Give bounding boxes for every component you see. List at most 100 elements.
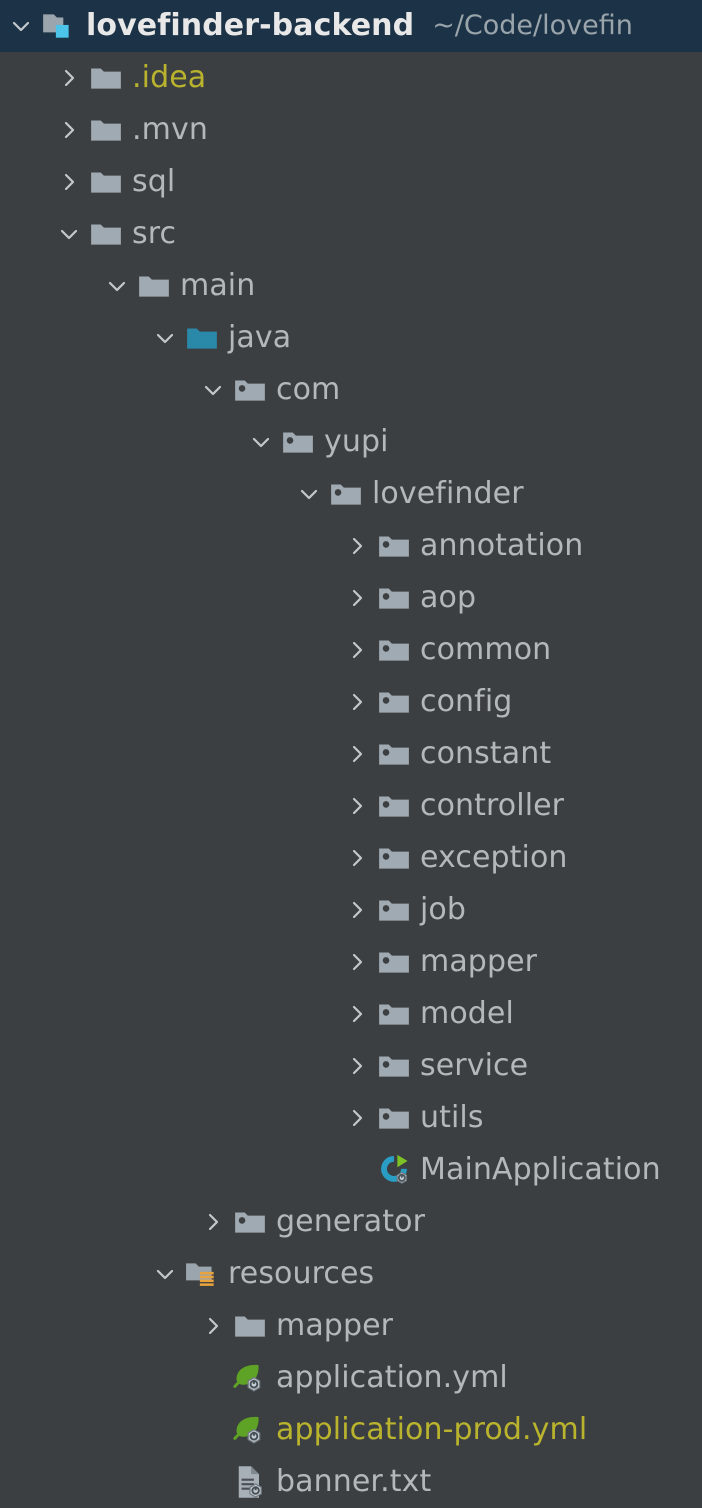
chevron-right-icon[interactable] — [340, 936, 374, 988]
chevron-placeholder-icon — [196, 1456, 230, 1508]
package-icon — [278, 416, 318, 468]
tree-row[interactable]: application.yml — [0, 1352, 702, 1404]
tree-row-label: service — [420, 1048, 529, 1083]
tree-row[interactable]: java — [0, 312, 702, 364]
tree-row[interactable]: config — [0, 676, 702, 728]
tree-row[interactable]: utils — [0, 1092, 702, 1144]
folder-icon — [86, 156, 126, 208]
chevron-right-icon[interactable] — [52, 52, 86, 104]
package-icon — [374, 728, 414, 780]
tree-row-label: com — [276, 372, 341, 407]
chevron-right-icon[interactable] — [196, 1196, 230, 1248]
tree-row-label: .idea — [132, 60, 207, 95]
tree-row[interactable]: .mvn — [0, 104, 702, 156]
chevron-right-icon[interactable] — [340, 572, 374, 624]
tree-row-label: controller — [420, 788, 565, 823]
chevron-down-icon[interactable] — [148, 1248, 182, 1300]
chevron-down-icon[interactable] — [244, 416, 278, 468]
tree-row-label: mapper — [420, 944, 538, 979]
chevron-right-icon[interactable] — [340, 728, 374, 780]
package-icon — [374, 676, 414, 728]
package-icon — [374, 572, 414, 624]
tree-row-label: generator — [276, 1204, 426, 1239]
tree-row[interactable]: generator — [0, 1196, 702, 1248]
tree-row-label: java — [228, 320, 292, 355]
chevron-right-icon[interactable] — [196, 1300, 230, 1352]
package-icon — [374, 832, 414, 884]
tree-row[interactable]: banner.txt — [0, 1456, 702, 1508]
chevron-right-icon[interactable] — [340, 988, 374, 1040]
chevron-down-icon[interactable] — [292, 468, 326, 520]
tree-row[interactable]: job — [0, 884, 702, 936]
chevron-placeholder-icon — [196, 1404, 230, 1456]
chevron-right-icon[interactable] — [340, 884, 374, 936]
chevron-right-icon[interactable] — [52, 104, 86, 156]
tree-row[interactable]: mapper — [0, 1300, 702, 1352]
tree-row[interactable]: yupi — [0, 416, 702, 468]
tree-row[interactable]: MainApplication — [0, 1144, 702, 1196]
package-icon — [374, 520, 414, 572]
chevron-placeholder-icon — [340, 1144, 374, 1196]
project-tree-panel[interactable]: lovefinder-backend ~/Code/lovefin .idea .mv… — [0, 0, 702, 1499]
tree-row[interactable]: common — [0, 624, 702, 676]
tree-row-label: mapper — [276, 1308, 394, 1343]
folder-icon — [230, 1300, 270, 1352]
package-icon — [230, 1196, 270, 1248]
chevron-down-icon[interactable] — [4, 0, 38, 52]
spring-yaml-icon — [230, 1404, 270, 1456]
tree-row[interactable]: mapper — [0, 936, 702, 988]
tree-row-label: annotation — [420, 528, 584, 563]
tree-row[interactable]: model — [0, 988, 702, 1040]
tree-row-label: model — [420, 996, 514, 1031]
tree-row-label: config — [420, 684, 513, 719]
chevron-right-icon[interactable] — [340, 780, 374, 832]
tree-row-label: common — [420, 632, 552, 667]
tree-row[interactable]: service — [0, 1040, 702, 1092]
project-root-path: ~/Code/lovefin — [432, 10, 633, 41]
tree-row[interactable]: src — [0, 208, 702, 260]
tree-row[interactable]: .idea — [0, 52, 702, 104]
tree-row-project-root[interactable]: lovefinder-backend ~/Code/lovefin — [0, 0, 702, 52]
tree-row-label: application.yml — [276, 1360, 508, 1395]
chevron-right-icon[interactable] — [340, 1040, 374, 1092]
tree-row-label: exception — [420, 840, 568, 875]
tree-row-label: main — [180, 268, 256, 303]
chevron-down-icon[interactable] — [52, 208, 86, 260]
folder-icon — [86, 208, 126, 260]
tree-row[interactable]: constant — [0, 728, 702, 780]
tree-row-label: .mvn — [132, 112, 208, 147]
tree-row[interactable]: annotation — [0, 520, 702, 572]
chevron-right-icon[interactable] — [340, 624, 374, 676]
spring-yaml-icon — [230, 1352, 270, 1404]
chevron-down-icon[interactable] — [196, 364, 230, 416]
package-icon — [326, 468, 366, 520]
tree-row-label: constant — [420, 736, 552, 771]
tree-row[interactable]: sql — [0, 156, 702, 208]
tree-row-label: banner.txt — [276, 1464, 432, 1499]
chevron-right-icon[interactable] — [340, 676, 374, 728]
chevron-right-icon[interactable] — [340, 1092, 374, 1144]
tree-row[interactable]: main — [0, 260, 702, 312]
chevron-right-icon[interactable] — [52, 156, 86, 208]
tree-row[interactable]: aop — [0, 572, 702, 624]
tree-row[interactable]: resources — [0, 1248, 702, 1300]
chevron-right-icon[interactable] — [340, 832, 374, 884]
resource-root-icon — [182, 1248, 222, 1300]
tree-row[interactable]: lovefinder — [0, 468, 702, 520]
tree-row[interactable]: controller — [0, 780, 702, 832]
spring-class-run-icon — [374, 1144, 414, 1196]
chevron-down-icon[interactable] — [148, 312, 182, 364]
package-icon — [374, 988, 414, 1040]
folder-icon — [134, 260, 174, 312]
chevron-down-icon[interactable] — [100, 260, 134, 312]
text-config-file-icon — [230, 1456, 270, 1508]
tree-row[interactable]: exception — [0, 832, 702, 884]
tree-row[interactable]: com — [0, 364, 702, 416]
project-root-folder-icon — [38, 0, 78, 52]
tree-row-label: yupi — [324, 424, 389, 459]
project-root-label: lovefinder-backend — [86, 8, 415, 43]
chevron-right-icon[interactable] — [340, 520, 374, 572]
tree-row-label: application-prod.yml — [276, 1412, 588, 1447]
tree-row-label: lovefinder — [372, 476, 524, 511]
tree-row[interactable]: application-prod.yml — [0, 1404, 702, 1456]
